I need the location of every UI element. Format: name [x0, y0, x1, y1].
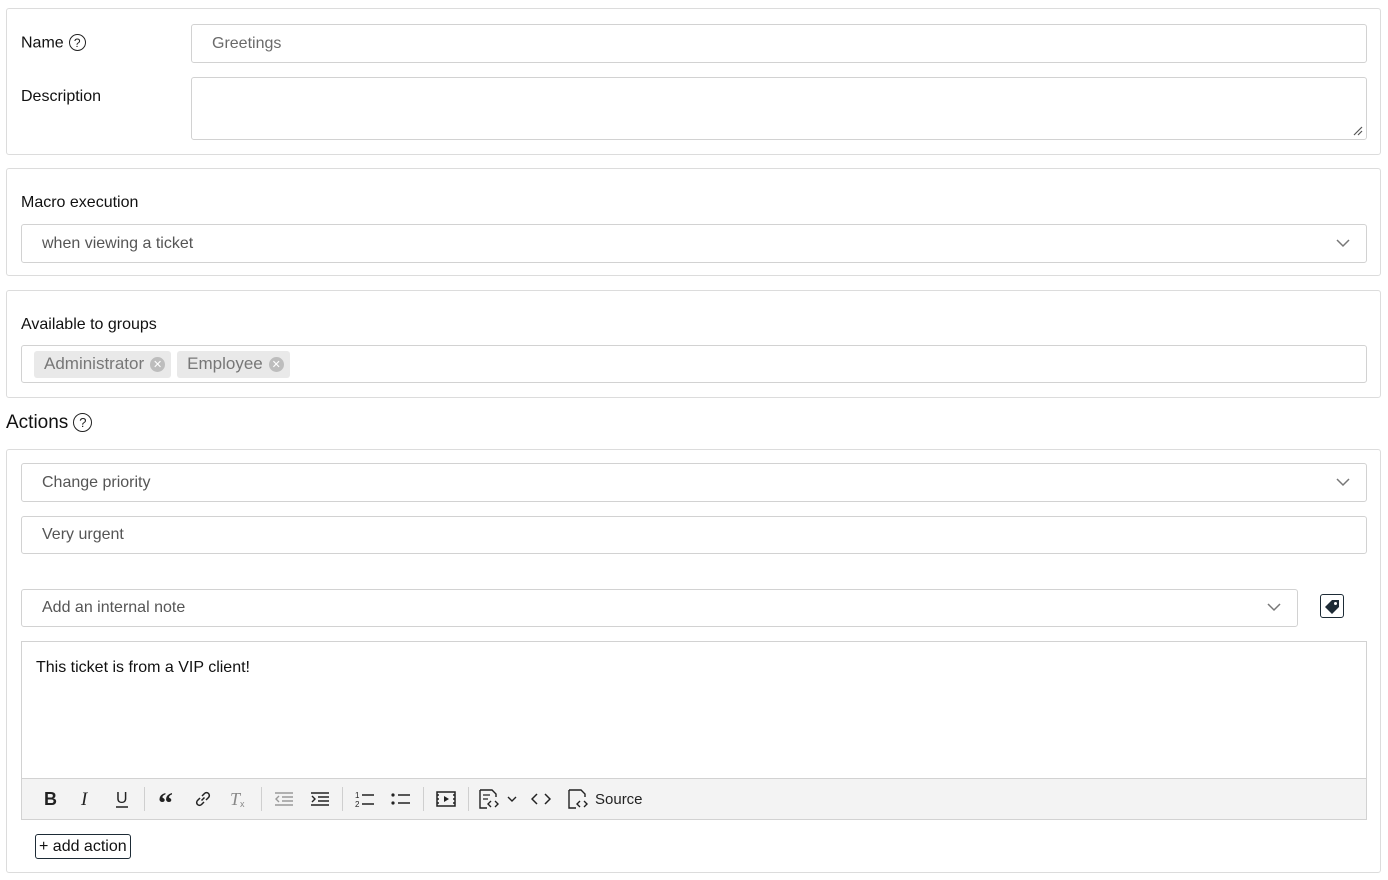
tag-icon: [1325, 600, 1339, 614]
macro-execution-select[interactable]: when viewing a ticket: [21, 224, 1367, 263]
html-snippet-button[interactable]: [476, 784, 520, 814]
outdent-button[interactable]: [269, 784, 299, 814]
description-textarea[interactable]: [191, 77, 1367, 140]
toolbar-separator: [423, 787, 424, 811]
group-chip: Employee ✕: [177, 350, 290, 378]
clear-format-icon: Tx: [230, 790, 245, 808]
code-icon: [531, 793, 551, 805]
link-button[interactable]: [188, 784, 218, 814]
action2-type-select[interactable]: Add an internal note: [21, 589, 1298, 627]
quote-icon: “: [158, 791, 173, 807]
svg-text:x: x: [240, 799, 245, 808]
svg-text:1: 1: [355, 791, 360, 800]
toolbar-separator: [342, 787, 343, 811]
group-chip: Administrator ✕: [34, 350, 172, 378]
code-button[interactable]: [526, 784, 556, 814]
svg-text:2: 2: [355, 800, 360, 808]
toolbar-separator: [144, 787, 145, 811]
underline-icon: U: [116, 790, 128, 808]
actions-help-icon[interactable]: ?: [73, 413, 93, 432]
html-snippet-icon: [479, 789, 499, 809]
resize-handle-icon[interactable]: [1353, 126, 1363, 136]
italic-button[interactable]: I: [71, 784, 101, 814]
add-action-label: + add action: [39, 837, 127, 855]
link-icon: [195, 791, 211, 807]
groups-card: Available to groups Administrator ✕ Empl…: [6, 290, 1381, 398]
action-value-text: Very urgent: [42, 526, 124, 543]
insert-tag-button[interactable]: [1320, 594, 1344, 618]
macro-execution-value: when viewing a ticket: [42, 234, 194, 252]
name-description-card: Name? Greetings Description: [6, 8, 1381, 155]
italic-icon: I: [80, 790, 89, 808]
source-button[interactable]: Source: [567, 784, 643, 814]
description-label: Description: [21, 88, 102, 105]
svg-text:U: U: [116, 790, 128, 807]
remove-chip-icon[interactable]: ✕: [268, 356, 284, 372]
chevron-down-icon: [1267, 603, 1281, 612]
add-action-button[interactable]: + add action: [35, 834, 131, 859]
svg-text:B: B: [44, 790, 57, 808]
chevron-down-icon: [507, 796, 517, 802]
groups-multiselect[interactable]: Administrator ✕ Employee ✕: [21, 345, 1367, 383]
group-chip-label: Administrator: [44, 354, 145, 373]
name-input-value: Greetings: [212, 34, 282, 52]
source-icon: [568, 789, 588, 809]
remove-chip-icon[interactable]: ✕: [150, 356, 166, 372]
group-chip-label: Employee: [187, 354, 263, 373]
underline-button[interactable]: U: [107, 784, 137, 814]
toolbar-separator: [261, 787, 262, 811]
action-value-input[interactable]: Very urgent: [21, 516, 1367, 554]
bulleted-list-icon: [391, 793, 410, 805]
indent-icon: [311, 792, 329, 806]
action-type-select[interactable]: Change priority: [21, 463, 1367, 502]
bold-button[interactable]: B: [35, 784, 65, 814]
action2-type-value: Add an internal note: [42, 599, 186, 616]
indent-button[interactable]: [305, 784, 335, 814]
numbered-list-button[interactable]: 12: [350, 784, 380, 814]
bulleted-list-button[interactable]: [386, 784, 416, 814]
numbered-list-icon: 12: [355, 791, 374, 808]
svg-text:I: I: [80, 790, 89, 808]
name-label: Name?: [21, 34, 86, 53]
outdent-icon: [275, 792, 293, 806]
media-embed-button[interactable]: [431, 784, 461, 814]
chevron-down-icon: [1336, 477, 1350, 486]
note-editor-text: This ticket is from a VIP client!: [36, 659, 250, 676]
macro-execution-label: Macro execution: [21, 194, 139, 211]
chevron-down-icon: [1336, 238, 1350, 247]
name-input[interactable]: Greetings: [191, 24, 1367, 63]
macro-execution-card: Macro execution when viewing a ticket: [6, 168, 1381, 276]
actions-heading: Actions?: [6, 412, 93, 434]
editor-toolbar: B I U “ Tx 12 Source: [21, 778, 1367, 820]
groups-label: Available to groups: [21, 316, 157, 333]
action-type-value: Change priority: [42, 473, 151, 491]
blockquote-button[interactable]: “: [152, 784, 182, 814]
source-label: Source: [595, 790, 643, 808]
name-help-icon[interactable]: ?: [68, 34, 86, 51]
note-editor[interactable]: This ticket is from a VIP client!: [21, 641, 1367, 779]
clear-format-button[interactable]: Tx: [224, 784, 254, 814]
svg-text:“: “: [158, 791, 173, 807]
toolbar-separator: [468, 787, 469, 811]
media-icon: [436, 791, 456, 807]
bold-icon: B: [44, 790, 57, 808]
